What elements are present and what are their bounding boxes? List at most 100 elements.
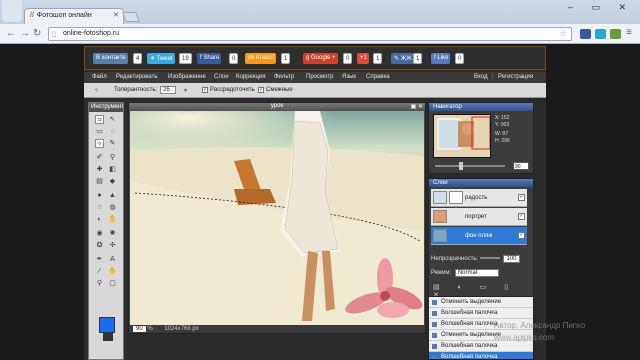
browser-tab[interactable]: //Фотошоп онлайн ✕ [24,8,124,24]
opacity-row: Непрозрачность: 100 [431,255,520,263]
address-bar[interactable]: ▯ online-fotoshop.ru ☆ [48,27,572,41]
x-value: 152 [501,115,510,121]
canvas-image[interactable] [130,111,424,327]
smudge-tool-icon[interactable]: ☝ [95,203,104,212]
h-label: H: [495,138,500,144]
burn-tool-icon[interactable]: ✋ [108,215,117,224]
brush-tool-icon[interactable]: ✐ [95,153,104,162]
layer-visibility-checkbox[interactable]: ✓ [518,194,525,201]
plus-one-button[interactable]: +1 [357,53,369,64]
tab-title: Фотошоп онлайн [36,12,92,19]
canvas-zoom[interactable]: 90 [133,326,146,332]
w-label: W: [495,131,502,137]
gradient-tool-icon[interactable]: ▤ [95,177,104,186]
pen-tool-icon[interactable]: ✒ [95,255,104,264]
pencil-tool-icon[interactable]: ✎ [108,139,117,148]
bookmark-star-icon[interactable]: ☆ [560,29,567,38]
menu-layers[interactable]: Слои [214,74,229,80]
layer-visibility-checkbox[interactable]: ✓ [518,232,525,239]
sponge-tool-icon[interactable]: ◍ [108,203,117,212]
blend-mode-select[interactable]: Normal [454,269,499,277]
move-tool-icon[interactable]: ↖ [108,115,117,124]
shape-tool-icon[interactable]: ▢ [108,279,117,288]
foreground-color-swatch[interactable] [99,317,115,333]
wrench-menu-icon[interactable]: ≡ [626,27,632,38]
tweet-button[interactable]: ✦ Tweet [147,53,175,64]
menu-file[interactable]: Файл [92,74,107,80]
contiguous-checkbox[interactable]: ✓ [258,87,264,93]
menu-image[interactable]: Изображение [168,74,206,80]
layer-visibility-checkbox[interactable]: ✓ [518,213,525,220]
crop-tool-icon[interactable]: ⌗ [95,115,104,124]
google-plus-button[interactable]: g Google + [303,53,338,64]
menu-language[interactable]: Язык [342,74,356,80]
watermark-author: Автор: Александр Пипко [494,321,586,330]
extension-icon[interactable] [580,29,591,39]
vk-count: 4 [133,53,143,64]
layer-item-selected[interactable]: фон пляж ✓ [431,227,527,245]
red-eye-tool-icon[interactable]: ◉ [95,229,104,238]
history-item-selected[interactable]: Волшебная палочка [429,352,533,359]
mode-label: Режим: [431,270,452,276]
blur-tool-icon[interactable]: ● [95,191,104,200]
layer-mask-thumbnail [449,191,463,204]
watermark-site: www.apipko.com [494,333,555,342]
layer-thumbnail [433,210,447,223]
navigator-thumbnail[interactable] [433,114,491,158]
background-color-swatch[interactable] [103,333,113,341]
bucket-tool-icon[interactable]: ◆ [108,177,117,186]
opacity-slider[interactable] [479,257,500,260]
back-arrow-icon[interactable]: ← [6,28,16,39]
lasso-tool-icon[interactable]: ◌ [108,127,117,136]
text-tool-icon[interactable]: A [108,255,117,264]
tab-close-icon[interactable]: ✕ [113,11,119,19]
menu-help[interactable]: Справка [366,74,390,80]
canvas-window-controls[interactable]: ▣ ✕ [411,103,423,110]
wrinkle-tool-icon[interactable]: ✺ [108,229,117,238]
y-label: Y: [495,122,500,128]
smooth-checkbox[interactable]: ✓ [202,87,208,93]
new-tab-button[interactable] [122,12,140,22]
zoom-percent: % [147,326,153,332]
facebook-share-button[interactable]: f Share [197,53,222,64]
sharpen-tool-icon[interactable]: ▲ [108,191,117,200]
zoom-slider[interactable] [435,165,505,167]
pinch-tool-icon[interactable]: ✣ [108,241,117,250]
navigator-zoom-input[interactable]: 90 [513,162,529,170]
extension-icon[interactable] [610,29,621,39]
menu-adjustments[interactable]: Коррекция [236,74,266,80]
vk-button[interactable]: В контакте [93,53,128,64]
layer-item[interactable]: радость ✓ [431,189,527,207]
history-item[interactable]: Отменить выделение [429,297,533,308]
reload-icon[interactable]: ↻ [33,28,41,39]
extension-icon[interactable] [595,29,606,39]
livejournal-button[interactable]: ✎ ЖЖ [391,53,414,64]
dodge-tool-icon[interactable]: ◐ [95,215,104,224]
eraser-tool-icon[interactable]: ◧ [108,165,117,174]
heal-tool-icon[interactable]: ✚ [95,165,104,174]
class-count: 1 [281,53,291,64]
clone-tool-icon[interactable]: ⚲ [108,153,117,162]
tolerance-input[interactable]: 26 [160,86,176,94]
zoom-tool-icon[interactable]: ⚲ [95,279,104,288]
window-controls[interactable]: – ▭ ✕ [568,2,634,13]
menu-filter[interactable]: Фильтр [274,74,294,80]
eyedropper-tool-icon[interactable]: ⁄ [95,267,104,276]
menu-view[interactable]: Просмотр [306,74,333,80]
like-button[interactable]: f Like [431,53,451,64]
zoom-slider-handle[interactable] [459,162,463,170]
menu-edit[interactable]: Редактировать [116,74,157,80]
layer-item[interactable]: портрет ✓ [431,208,527,226]
history-item[interactable]: Волшебная палочка [429,308,533,319]
login-link[interactable]: Вход [474,74,488,80]
opacity-input[interactable]: 100 [503,255,520,263]
marquee-tool-icon[interactable]: ▭ [95,127,104,136]
dropdown-arrow-icon[interactable]: ▾ [184,87,187,94]
bloat-tool-icon[interactable]: ✪ [95,241,104,250]
register-link[interactable]: Регистрация [498,74,533,80]
odnoklassniki-button[interactable]: ok Класс! [245,53,277,64]
magic-wand-tool-icon[interactable]: ✧ [95,139,104,148]
forward-arrow-icon[interactable]: → [20,28,30,39]
hand-tool-icon[interactable]: ✋ [108,267,117,276]
user-profile-icon[interactable] [2,0,22,22]
